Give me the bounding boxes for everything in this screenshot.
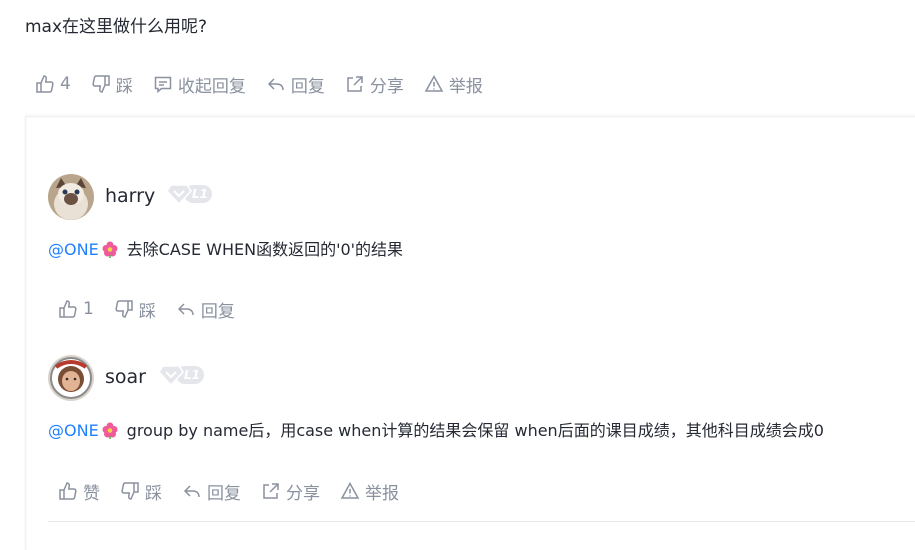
report-label: 举报	[365, 483, 399, 504]
share-icon	[263, 483, 279, 499]
reply-content: @ONE 去除CASE WHEN函数返回的'0'的结果	[48, 239, 403, 261]
thumbs-down-icon	[121, 482, 139, 500]
astronaut-avatar-icon	[48, 355, 94, 401]
divider	[48, 521, 915, 522]
report-button[interactable]: 举报	[340, 479, 399, 504]
like-button[interactable]: 1	[58, 299, 94, 319]
thumbs-up-icon	[59, 300, 77, 318]
like-label: 赞	[83, 483, 100, 504]
dislike-label: 踩	[138, 301, 156, 322]
reply-arrow-icon	[183, 485, 200, 498]
reply-actions: 1 踩 回复	[58, 297, 255, 322]
mention-link[interactable]: @ONE	[48, 240, 99, 259]
mention-link[interactable]: @ONE	[48, 421, 99, 440]
warning-icon	[424, 74, 444, 92]
reply-username[interactable]: soar	[105, 365, 146, 389]
thumbs-down-icon	[115, 300, 133, 318]
dislike-button[interactable]: 踩	[91, 72, 133, 97]
thumbs-up-icon	[59, 482, 77, 500]
reply-actions: 赞 踩 回复 分享 举报	[58, 479, 419, 504]
thumbs-down-icon	[92, 75, 110, 93]
share-button[interactable]: 分享	[345, 72, 404, 97]
level-badge: L1	[166, 184, 212, 206]
flower-icon	[102, 241, 118, 258]
level-badge: L1	[158, 365, 204, 387]
avatar[interactable]	[48, 355, 94, 401]
question-text: max在这里做什么用呢?	[25, 17, 208, 37]
dislike-label: 踩	[115, 76, 133, 97]
like-count: 1	[83, 299, 94, 319]
collapse-replies-label: 收起回复	[177, 76, 246, 97]
like-button[interactable]: 4	[35, 74, 71, 94]
dislike-button[interactable]: 踩	[114, 297, 156, 322]
collapse-replies-button[interactable]: 收起回复	[153, 72, 246, 97]
like-button[interactable]: 赞	[58, 479, 100, 504]
comment-icon	[154, 76, 172, 94]
reply-content: @ONE group by name后，用case when计算的结果会保留 wh…	[48, 420, 824, 442]
cat-avatar-icon	[48, 174, 94, 220]
dislike-label: 踩	[145, 483, 162, 504]
share-label: 分享	[286, 483, 320, 504]
reply-label: 回复	[200, 301, 235, 322]
reply-arrow-icon	[267, 78, 284, 91]
dislike-button[interactable]: 踩	[120, 479, 162, 504]
reply-button[interactable]: 回复	[182, 479, 241, 504]
comment-actions: 4 踩 收起回复 回复 分享 举报	[35, 72, 503, 97]
avatar[interactable]	[48, 174, 94, 220]
reply-button[interactable]: 回复	[176, 297, 235, 322]
warning-icon	[340, 481, 360, 499]
flower-icon	[102, 422, 118, 439]
share-button[interactable]: 分享	[261, 479, 320, 504]
reply-text: group by name后，用case when计算的结果会保留 when后面…	[126, 421, 824, 440]
reply-button[interactable]: 回复	[266, 72, 325, 97]
share-label: 分享	[369, 76, 404, 97]
gem-icon	[166, 184, 192, 206]
thumbs-up-icon	[36, 75, 54, 93]
reply-arrow-icon	[177, 303, 194, 316]
report-button[interactable]: 举报	[424, 72, 483, 97]
like-count: 4	[60, 74, 71, 94]
reply-text: 去除CASE WHEN函数返回的'0'的结果	[126, 240, 404, 259]
share-icon	[347, 76, 363, 92]
gem-icon	[158, 365, 184, 387]
reply-label: 回复	[290, 76, 325, 97]
reply-username[interactable]: harry	[105, 184, 155, 208]
reply-label: 回复	[207, 483, 241, 504]
report-label: 举报	[448, 76, 483, 97]
